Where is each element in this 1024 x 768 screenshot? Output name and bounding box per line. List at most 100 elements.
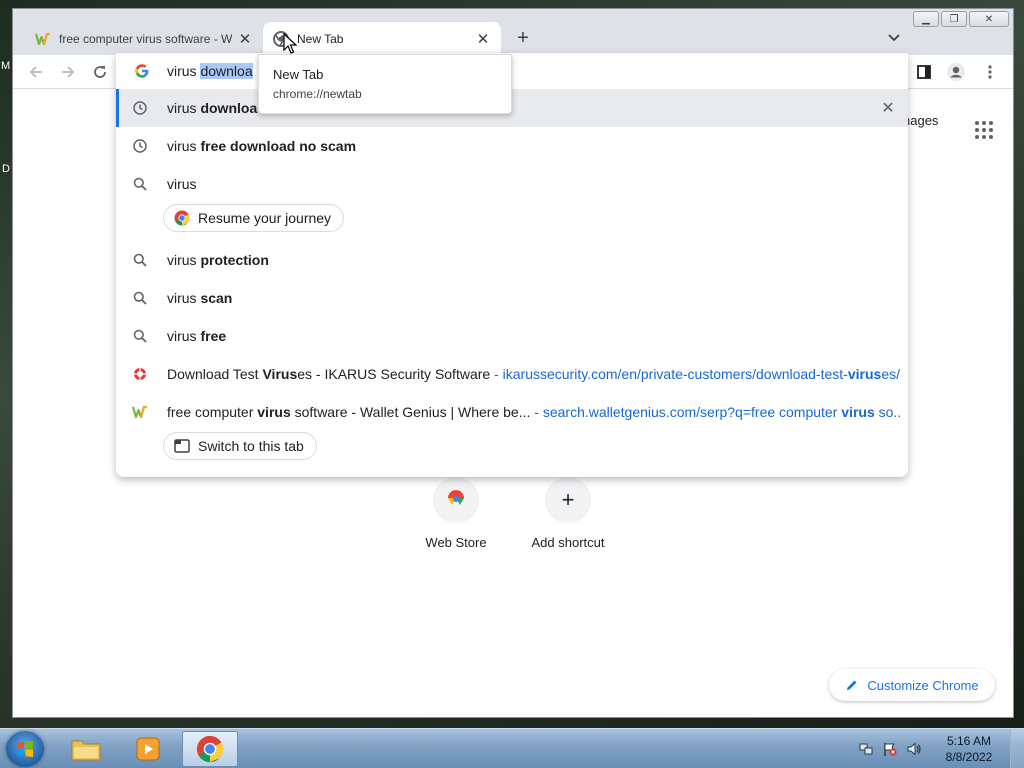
chevron-down-icon [888,34,900,42]
suggestion-url: es/ [881,366,900,382]
suggestion-text: virus [167,176,197,192]
reload-icon [94,66,106,78]
window-controls: ▁ ❐ ✕ [913,11,1009,27]
suggestion-search-protection[interactable]: virus protection [116,241,908,279]
resume-journey-chip[interactable]: Resume your journey [163,204,345,232]
walletgenius-favicon-icon [132,404,148,420]
suggestion-bold-text: protection [200,252,269,268]
suggestion-text: es - IKARUS Security Software [297,366,491,382]
hover-card-title: New Tab [273,67,324,82]
desktop-icon-label: D [2,163,10,175]
tab-title: free computer virus software - W [59,31,233,46]
tab-walletgenius[interactable]: free computer virus software - W ✕ [25,22,263,55]
menu-button[interactable] [979,61,1001,83]
suggestion-url: ikarussecurity.com/en/private-customers/… [502,366,848,382]
suggestion-search-virus[interactable]: virus [116,165,908,203]
clock[interactable]: 5:16 AM 8/8/2022 [934,733,1004,765]
taskbar-file-explorer[interactable] [58,731,114,767]
shortcut-web-store[interactable]: Web Store [411,477,501,550]
start-button[interactable] [6,731,44,767]
suggestion-text: Download Test [167,366,263,382]
customize-label: Customize Chrome [867,677,979,693]
suggestion-bold-text: Virus [262,366,298,382]
restore-button[interactable]: ❐ [941,11,967,27]
suggestion-open-tab-walletgenius[interactable]: free computer virus software - Wallet Ge… [116,393,908,431]
webstore-icon [433,477,479,523]
ikarus-favicon-icon [132,366,148,382]
suggestion-bold-text: virus [257,404,291,420]
omnibox-input[interactable]: virus downloa [116,53,908,89]
suggestion-url-bold: virus [841,404,875,420]
chrome-logo-icon [174,210,190,226]
close-tab-icon[interactable]: ✕ [237,31,253,48]
suggestion-text: virus [167,328,201,344]
network-icon[interactable] [856,739,876,759]
customize-chrome-button[interactable]: Customize Chrome [829,669,995,701]
avatar-icon [947,63,965,81]
back-button[interactable] [25,61,47,83]
minimize-button[interactable]: ▁ [913,11,939,27]
window-close-button[interactable]: ✕ [969,11,1009,27]
search-icon [132,328,148,344]
tab-search-button[interactable] [883,27,905,49]
omnibox-dropdown: virus downloa virus downloa ✕ virus free… [116,53,908,477]
taskbar-media-player[interactable] [120,731,176,767]
reload-button[interactable] [89,61,111,83]
remove-suggestion-icon[interactable]: ✕ [880,100,896,117]
volume-icon[interactable] [904,739,924,759]
tab-strip: free computer virus software - W ✕ New T… [13,9,1013,55]
switch-tab-icon [174,439,190,453]
omnibox-inline-completion: downloa [200,63,253,79]
shortcut-add[interactable]: + Add shortcut [523,477,613,550]
show-desktop-button[interactable] [1010,729,1024,768]
suggestion-search-scan[interactable]: virus scan [116,279,908,317]
system-tray: 5:16 AM 8/8/2022 [856,729,1024,768]
kebab-menu-icon [988,65,992,79]
suggestion-text: virus [167,100,201,116]
tab-title: New Tab [297,31,344,46]
suggestion-history-1[interactable]: virus downloa ✕ [116,89,908,127]
hover-card-url: chrome://newtab [273,87,362,101]
suggestion-separator: - [530,404,543,420]
action-center-flag-icon[interactable] [880,739,900,759]
plus-icon: + [545,477,591,523]
forward-button[interactable] [57,61,79,83]
suggestion-text: virus [167,252,201,268]
suggestion-search-free[interactable]: virus free [116,317,908,355]
shortcut-label: Web Store [425,535,487,550]
mouse-cursor-icon [283,33,297,54]
chip-label: Resume your journey [198,210,332,226]
folder-icon [71,740,101,761]
apps-grid-icon[interactable] [975,121,993,139]
suggestion-bold-text: free [200,328,227,344]
suggestion-history-2[interactable]: virus free download no scam [116,127,908,165]
chrome-logo-icon [196,735,224,763]
tab-new-tab[interactable]: New Tab ✕ [263,22,501,55]
suggestion-site-ikarus[interactable]: Download Test Viruses - IKARUS Security … [116,355,908,393]
clock-time: 5:16 AM [946,734,992,748]
google-g-icon [134,63,150,79]
switch-to-tab-chip[interactable]: Switch to this tab [163,432,317,460]
suggestion-bold-text: downloa [200,100,258,116]
suggestion-separator: - [490,366,503,382]
arrow-right-icon [62,66,75,78]
images-link[interactable]: nages [903,113,938,128]
suggestion-text: virus [167,290,201,306]
chip-label: Switch to this tab [198,438,304,454]
suggestion-url: search.walletgenius.com/serp?q=free comp… [542,404,842,420]
taskbar-chrome[interactable] [182,731,238,767]
desktop-icon-label: M [1,60,11,72]
pencil-icon [847,680,857,690]
suggestion-text: virus [167,138,201,154]
suggestion-bold-text: scan [200,290,233,306]
history-icon [132,138,148,154]
close-tab-icon[interactable]: ✕ [475,31,491,48]
suggestion-url-bold: virus [847,366,882,382]
search-icon [132,290,148,306]
profile-button[interactable] [945,61,967,83]
history-icon [132,100,148,116]
omnibox-typed-text: virus [167,63,201,79]
suggestion-text: free computer [167,404,258,420]
new-tab-button[interactable]: + [511,26,535,50]
side-panel-button[interactable] [913,61,935,83]
